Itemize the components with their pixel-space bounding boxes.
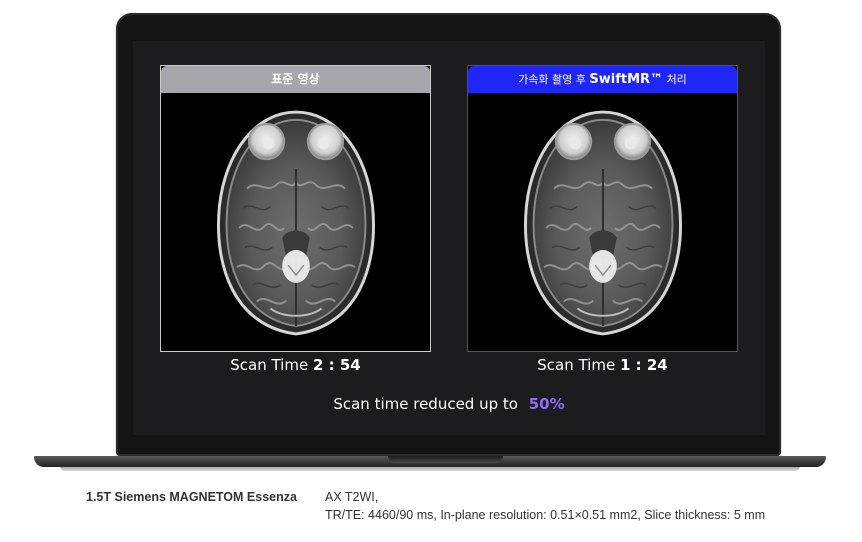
standard-scan-value: 2 : 54 — [312, 356, 361, 374]
laptop-notch — [388, 456, 503, 463]
standard-image-panel: 표준 영상 — [160, 65, 431, 352]
swiftmr-brand: SwiftMR™ — [589, 72, 664, 87]
summary-text: Scan time reduced up to — [333, 395, 518, 413]
standard-scan-time: Scan Time 2 : 54 — [160, 356, 431, 374]
spec-device: 1.5T Siemens MAGNETOM Essenza — [86, 490, 297, 504]
swiftmr-scan-label: Scan Time — [537, 356, 616, 374]
summary-percent: 50% — [528, 395, 565, 413]
standard-mri-image — [216, 110, 375, 336]
standard-image-title: 표준 영상 — [161, 66, 430, 93]
spec-sequence: AX T2WI, — [325, 490, 379, 504]
spec-details: TR/TE: 4460/90 ms, In-plane resolution: … — [325, 508, 766, 522]
standard-scan-label: Scan Time — [230, 356, 309, 374]
swiftmr-title-prefix: 가속화 촬영 후 — [518, 73, 586, 86]
swiftmr-title-suffix: 처리 — [666, 73, 687, 86]
swiftmr-mri-image — [523, 110, 682, 336]
swiftmr-image-title: 가속화 촬영 후 SwiftMR™ 처리 — [468, 66, 737, 93]
scan-reduction-summary: Scan time reduced up to 50% — [133, 395, 765, 413]
swiftmr-scan-value: 1 : 24 — [619, 356, 668, 374]
swiftmr-scan-time: Scan Time 1 : 24 — [467, 356, 738, 374]
swiftmr-image-panel: 가속화 촬영 후 SwiftMR™ 처리 — [467, 65, 738, 352]
